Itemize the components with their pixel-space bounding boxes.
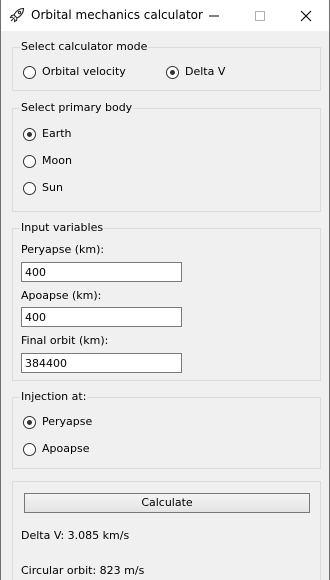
minimize-icon <box>209 15 219 17</box>
peryapse-label: Peryapse (km): <box>21 243 105 256</box>
radio-circle[interactable] <box>23 155 36 168</box>
radio-dot <box>27 420 32 425</box>
maximize-icon <box>255 11 265 21</box>
circular-orbit-result: Circular orbit: 823 m/s <box>21 564 145 577</box>
delta-v-result: Delta V: 3.085 km/s <box>21 529 130 542</box>
radio-orbital-velocity[interactable]: Orbital velocity <box>23 65 143 81</box>
injection-group: Injection at: Peryapse Apoapse <box>12 390 321 469</box>
radio-apoapse[interactable]: Apoapse <box>23 442 123 458</box>
close-icon <box>300 10 312 22</box>
radio-label: Earth <box>42 127 72 140</box>
final-orbit-input[interactable] <box>21 353 182 373</box>
group-label: Select primary body <box>20 101 134 114</box>
group-label: Select calculator mode <box>20 40 149 53</box>
window-title: Orbital mechanics calculator <box>31 8 203 22</box>
results-group: Calculate Delta V: 3.085 km/s Circular o… <box>12 481 321 580</box>
close-button[interactable] <box>283 0 329 31</box>
maximize-button[interactable] <box>237 0 283 31</box>
radio-label: Delta V <box>185 65 226 78</box>
final-orbit-label: Final orbit (km): <box>21 334 109 347</box>
title-bar[interactable]: Orbital mechanics calculator <box>1 0 329 31</box>
radio-circle[interactable] <box>166 66 179 79</box>
radio-label: Peryapse <box>42 415 93 428</box>
group-label: Injection at: <box>20 390 88 403</box>
minimize-button[interactable] <box>191 0 237 31</box>
rocket-icon <box>9 7 25 23</box>
radio-dot <box>27 132 32 137</box>
group-label: Input variables <box>20 221 105 234</box>
input-variables-group: Input variables Peryapse (km): Apoapse (… <box>12 221 321 381</box>
radio-circle[interactable] <box>23 443 36 456</box>
primary-body-group: Select primary body Earth Moon Sun <box>12 101 321 212</box>
radio-sun[interactable]: Sun <box>23 181 123 197</box>
radio-earth[interactable]: Earth <box>23 127 123 143</box>
radio-delta-v[interactable]: Delta V <box>166 65 266 81</box>
radio-dot <box>170 70 175 75</box>
radio-circle[interactable] <box>23 182 36 195</box>
radio-label: Sun <box>42 181 63 194</box>
radio-circle[interactable] <box>23 416 36 429</box>
calculator-mode-group: Select calculator mode Orbital velocity … <box>12 40 321 91</box>
radio-label: Apoapse <box>42 442 90 455</box>
apoapse-label: Apoapse (km): <box>21 289 102 302</box>
radio-label: Moon <box>42 154 72 167</box>
radio-moon[interactable]: Moon <box>23 154 123 170</box>
calculate-button[interactable]: Calculate <box>24 493 310 513</box>
apoapse-input[interactable] <box>21 307 182 327</box>
app-window: Orbital mechanics calculator Select calc… <box>0 0 330 580</box>
radio-circle[interactable] <box>23 128 36 141</box>
peryapse-input[interactable] <box>21 262 182 282</box>
radio-peryapse[interactable]: Peryapse <box>23 415 123 431</box>
radio-label: Orbital velocity <box>42 65 126 78</box>
radio-circle[interactable] <box>23 66 36 79</box>
